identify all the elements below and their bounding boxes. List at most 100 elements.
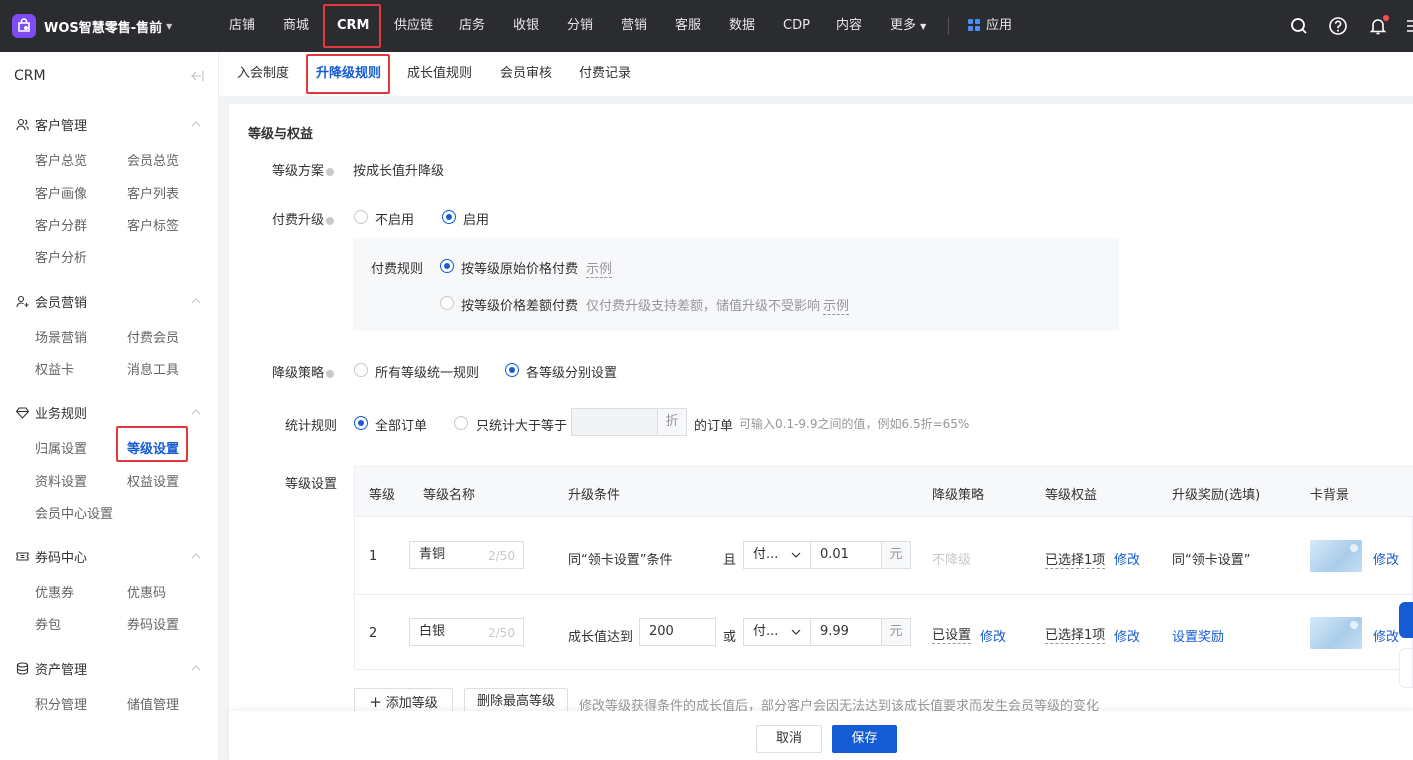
paid-rule-difference-label[interactable]: 按等级价格差额付费 — [461, 295, 578, 314]
downgrade-unified-radio[interactable] — [354, 363, 368, 377]
floating-help-tab[interactable] — [1399, 602, 1413, 638]
edit-card-link[interactable]: 修改 — [1373, 549, 1399, 568]
cancel-button[interactable]: 取消 — [756, 725, 822, 753]
paid-upgrade-disable-radio[interactable] — [354, 210, 368, 224]
stats-discount-label[interactable]: 只统计大于等于 — [476, 415, 567, 434]
edit-benefits-link[interactable]: 修改 — [1114, 549, 1140, 568]
help-tooltip-icon[interactable] — [326, 216, 335, 225]
nav-crm[interactable]: CRM — [337, 0, 370, 52]
table-header: 等级 等级名称 升级条件 降级策略 等级权益 升级奖励(选填) 卡背景 — [355, 467, 1413, 517]
sidebar-group-coupon-center[interactable]: 券码中心 — [16, 546, 87, 566]
nav-cdp[interactable]: CDP — [783, 0, 810, 52]
chevron-up-icon[interactable] — [190, 406, 202, 418]
sidebar-group-business-rules[interactable]: 业务规则 — [16, 402, 87, 422]
search-icon[interactable] — [1288, 15, 1310, 37]
stats-all-orders-label[interactable]: 全部订单 — [375, 415, 427, 434]
paid-rule-original-price-radio[interactable] — [440, 259, 454, 273]
save-button[interactable]: 保存 — [832, 725, 897, 753]
shop-switcher[interactable]: WOS智慧零售-售前 ▼ — [12, 12, 172, 40]
chevron-up-icon[interactable] — [190, 118, 202, 130]
nav-customer-service[interactable]: 客服 — [675, 0, 701, 52]
downgrade-unified-label[interactable]: 所有等级统一规则 — [375, 362, 479, 381]
sidebar-group-member-marketing[interactable]: 会员营销 — [16, 291, 87, 311]
tab-member-review[interactable]: 会员审核 — [500, 52, 552, 96]
sidebar-item-customer-tags[interactable]: 客户标签 — [127, 215, 179, 234]
nav-cashier[interactable]: 收银 — [513, 0, 539, 52]
nav-more[interactable]: 更多 ▼ — [890, 0, 926, 52]
sidebar-item-promo-code[interactable]: 优惠码 — [127, 582, 166, 601]
amount-input[interactable]: 9.99 — [810, 618, 882, 646]
growth-value-input[interactable]: 200 — [639, 618, 716, 646]
paid-rule-original-price-label[interactable]: 按等级原始价格付费 — [461, 258, 578, 277]
sidebar-item-attribution-settings[interactable]: 归属设置 — [35, 438, 87, 457]
sidebar-item-points[interactable]: 积分管理 — [35, 694, 87, 713]
collapse-sidebar-icon[interactable] — [190, 70, 204, 82]
tab-upgrade-downgrade-rules[interactable]: 升降级规则 — [316, 52, 381, 96]
set-reward-link[interactable]: 设置奖励 — [1172, 626, 1224, 645]
condition-type-value: 付... — [753, 624, 779, 639]
nav-store[interactable]: 店铺 — [229, 0, 255, 52]
sidebar-item-stored-value[interactable]: 储值管理 — [127, 694, 179, 713]
amount-input[interactable]: 0.01 — [810, 541, 882, 569]
shop-logo-icon — [12, 14, 36, 38]
discount-input[interactable] — [571, 408, 658, 436]
nav-mall[interactable]: 商城 — [283, 0, 309, 52]
tab-growth-rules[interactable]: 成长值规则 — [407, 52, 472, 96]
sidebar-item-coupon-pack[interactable]: 券包 — [35, 614, 61, 633]
menu-icon[interactable] — [1405, 15, 1413, 37]
sidebar-item-message-tools[interactable]: 消息工具 — [127, 359, 179, 378]
nav-data[interactable]: 数据 — [729, 0, 755, 52]
chevron-up-icon[interactable] — [190, 550, 202, 562]
downgrade-per-level-radio[interactable] — [505, 363, 519, 377]
sidebar-item-coupon-settings[interactable]: 券码设置 — [127, 614, 179, 633]
paid-upgrade-enable-radio[interactable] — [442, 210, 456, 224]
sidebar-group-customer[interactable]: 客户管理 — [16, 114, 87, 134]
sidebar-item-benefit-card[interactable]: 权益卡 — [35, 359, 74, 378]
nav-marketing[interactable]: 营销 — [621, 0, 647, 52]
help-tooltip-icon[interactable] — [326, 369, 335, 378]
sidebar-item-customer-segments[interactable]: 客户分群 — [35, 215, 87, 234]
tab-membership-system[interactable]: 入会制度 — [237, 52, 289, 96]
sidebar-item-scene-marketing[interactable]: 场景营销 — [35, 327, 87, 346]
help-icon[interactable] — [1327, 15, 1349, 37]
condition-type-select[interactable]: 付... — [743, 618, 811, 646]
stats-discount-radio[interactable] — [454, 416, 468, 430]
sidebar-item-benefit-settings[interactable]: 权益设置 — [127, 471, 179, 490]
sidebar-item-coupon[interactable]: 优惠券 — [35, 582, 74, 601]
sidebar-item-customer-overview[interactable]: 客户总览 — [35, 150, 87, 169]
edit-card-link[interactable]: 修改 — [1373, 626, 1399, 645]
nav-content[interactable]: 内容 — [836, 0, 862, 52]
sidebar-group-assets[interactable]: 资产管理 — [16, 658, 87, 678]
chevron-up-icon[interactable] — [190, 662, 202, 674]
paid-rule-example-link[interactable]: 示例 — [586, 258, 613, 278]
notification-bell-icon[interactable] — [1367, 15, 1389, 37]
sidebar-item-profile-settings[interactable]: 资料设置 — [35, 471, 87, 490]
floating-tools-tab[interactable] — [1399, 648, 1413, 688]
paid-upgrade-disable-label[interactable]: 不启用 — [375, 209, 414, 228]
downgrade-label: 降级策略 — [272, 362, 335, 381]
sidebar-item-member-overview[interactable]: 会员总览 — [127, 150, 179, 169]
sidebar-item-customer-list[interactable]: 客户列表 — [127, 183, 179, 202]
sidebar-item-customer-analysis[interactable]: 客户分析 — [35, 247, 87, 266]
sidebar-item-customer-profile[interactable]: 客户画像 — [35, 183, 87, 202]
sidebar-item-paid-member[interactable]: 付费会员 — [127, 327, 179, 346]
chevron-up-icon[interactable] — [190, 295, 202, 307]
tab-payment-records[interactable]: 付费记录 — [579, 52, 631, 96]
nav-supply-chain[interactable]: 供应链 — [394, 0, 433, 52]
nav-store-ops[interactable]: 店务 — [459, 0, 485, 52]
edit-benefits-link[interactable]: 修改 — [1114, 626, 1140, 645]
paid-rule-difference-radio[interactable] — [440, 296, 454, 310]
condition-type-select[interactable]: 付... — [743, 541, 811, 569]
nav-distribution[interactable]: 分销 — [567, 0, 593, 52]
sidebar-item-level-settings[interactable]: 等级设置 — [127, 438, 179, 457]
apps-grid-icon[interactable] — [968, 19, 981, 32]
sidebar-item-member-center-settings[interactable]: 会员中心设置 — [35, 503, 113, 522]
paid-rule-example-link-2[interactable]: 示例 — [823, 295, 850, 315]
paid-upgrade-enable-label[interactable]: 启用 — [463, 209, 489, 228]
downgrade-per-level-label[interactable]: 各等级分别设置 — [526, 362, 617, 381]
nav-apps[interactable]: 应用 — [986, 0, 1012, 52]
help-tooltip-icon[interactable] — [326, 167, 335, 176]
stats-all-orders-radio[interactable] — [354, 416, 368, 430]
edit-downgrade-link[interactable]: 修改 — [980, 626, 1006, 645]
col-upgrade-reward: 升级奖励(选填) — [1172, 488, 1261, 503]
